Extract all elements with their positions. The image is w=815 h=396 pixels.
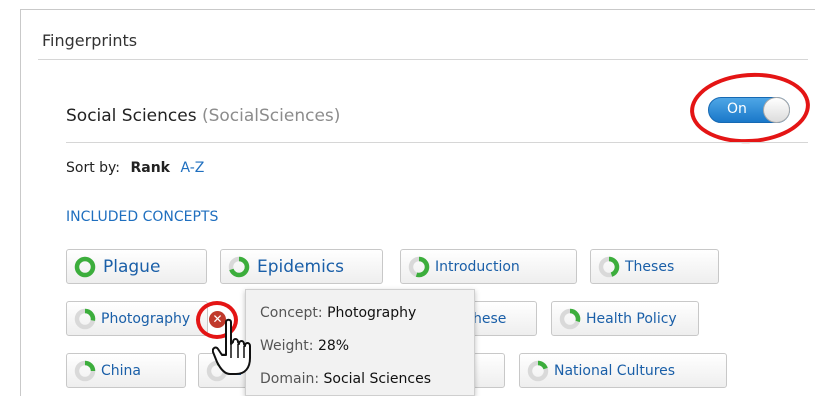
sort-bar: Sort by: Rank A-Z <box>66 160 204 176</box>
fingerprint-heading: Social Sciences (SocialSciences) <box>66 106 340 126</box>
concept-label: National Cultures <box>554 362 676 379</box>
concept-tooltip: Concept: Photography Weight: 28% Domain:… <box>245 289 475 396</box>
concept-chip[interactable]: National Cultures <box>519 353 727 388</box>
section-title: Fingerprints <box>42 31 138 50</box>
sort-option-az[interactable]: A-Z <box>180 160 204 176</box>
concept-chip[interactable]: Theses <box>590 249 719 284</box>
concept-chip[interactable]: China <box>66 353 186 388</box>
weight-ring-icon <box>559 308 581 329</box>
toggle-label: On <box>727 101 747 117</box>
divider <box>38 59 808 60</box>
concept-label: Plague <box>103 256 161 277</box>
weight-ring-icon <box>598 256 620 277</box>
concept-chip[interactable]: Photography <box>66 301 208 336</box>
panel-border-left <box>20 9 21 396</box>
weight-ring-icon <box>74 256 96 277</box>
concept-chip[interactable]: Health Policy <box>551 301 699 336</box>
concept-label: hese <box>473 310 507 327</box>
weight-ring-icon <box>74 308 96 329</box>
tooltip-weight-value: 28% <box>317 338 350 354</box>
divider <box>66 142 808 143</box>
sort-label: Sort by: <box>66 160 121 176</box>
fingerprint-code: (SocialSciences) <box>201 106 341 126</box>
concept-label: Photography <box>101 310 191 327</box>
concept-label: Epidemics <box>257 256 344 277</box>
weight-ring-icon <box>228 256 250 277</box>
fingerprint-name: Social Sciences <box>66 106 197 126</box>
concept-chip[interactable] <box>473 353 505 388</box>
concept-chip[interactable]: Plague <box>66 249 207 284</box>
concept-label: China <box>101 362 141 379</box>
hand-cursor-icon <box>212 318 251 375</box>
concept-label: Health Policy <box>586 310 677 327</box>
weight-ring-icon <box>74 360 96 381</box>
weight-ring-icon <box>408 256 430 277</box>
weight-ring-icon <box>527 360 549 381</box>
concept-chip[interactable]: Introduction <box>400 249 577 284</box>
tooltip-domain-value: Social Sciences <box>323 371 432 387</box>
panel-border-top <box>20 9 815 10</box>
included-concepts-title: INCLUDED CONCEPTS <box>66 209 219 225</box>
fingerprint-toggle[interactable]: On <box>708 97 790 123</box>
concept-label: Theses <box>625 258 675 275</box>
concept-chip[interactable]: Epidemics <box>220 249 383 284</box>
sort-option-rank[interactable]: Rank <box>130 160 170 176</box>
concept-label: Introduction <box>435 258 520 275</box>
tooltip-concept-value: Photography <box>327 305 417 321</box>
toggle-knob[interactable] <box>763 97 790 123</box>
